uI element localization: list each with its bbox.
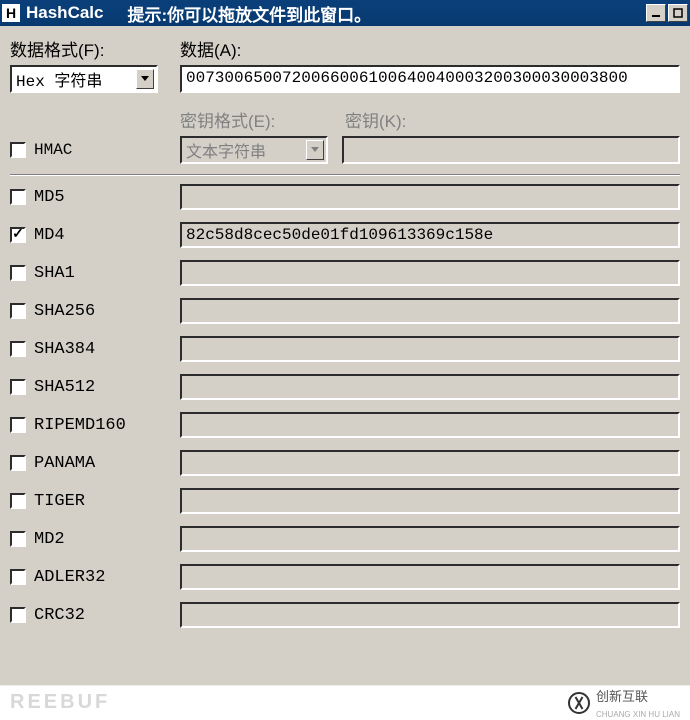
hash-row-sha1: SHA1 (10, 260, 680, 286)
logo-icon (568, 692, 590, 714)
hash-checkbox-sha384[interactable] (10, 341, 26, 357)
hash-label: TIGER (34, 492, 85, 511)
hash-label: SHA512 (34, 378, 95, 397)
hash-label: SHA256 (34, 302, 95, 321)
hash-checkbox-sha512[interactable] (10, 379, 26, 395)
client-area: 数据格式(F): 数据(A): Hex 字符串 0073006500720066… (0, 26, 690, 685)
hash-row-sha256: SHA256 (10, 298, 680, 324)
hash-checkbox-adler32[interactable] (10, 569, 26, 585)
hash-label: MD4 (34, 226, 65, 245)
hash-row-sha512: SHA512 (10, 374, 680, 400)
hash-checkbox-tiger[interactable] (10, 493, 26, 509)
hash-output-md2[interactable] (180, 526, 680, 552)
hash-checkbox-md5[interactable] (10, 189, 26, 205)
data-input[interactable]: 0073006500720066006100640040003200300030… (180, 65, 680, 93)
hmac-checkbox[interactable] (10, 142, 26, 158)
hash-output-tiger[interactable] (180, 488, 680, 514)
hash-output-ripemd160[interactable] (180, 412, 680, 438)
hash-row-crc32: CRC32 (10, 602, 680, 628)
hash-label: SHA384 (34, 340, 95, 359)
hash-row-md2: MD2 (10, 526, 680, 552)
hash-checkbox-sha1[interactable] (10, 265, 26, 281)
key-label: 密钥(K): (345, 107, 406, 132)
watermark-right-sub: CHUANG XIN HU LIAN (596, 710, 680, 719)
hash-checkbox-md4[interactable]: ✓ (10, 227, 26, 243)
maximize-button[interactable] (668, 4, 688, 22)
hash-output-crc32[interactable] (180, 602, 680, 628)
hash-label: CRC32 (34, 606, 85, 625)
hash-row-ripemd160: RIPEMD160 (10, 412, 680, 438)
hash-output-md4[interactable]: 82c58d8cec50de01fd109613369c158e (180, 222, 680, 248)
hash-checkbox-md2[interactable] (10, 531, 26, 547)
hash-label: MD2 (34, 530, 65, 549)
hash-output-sha384[interactable] (180, 336, 680, 362)
key-format-combo: 文本字符串 (180, 136, 328, 164)
titlebar: H HashCalc 提示:你可以拖放文件到此窗口。 (0, 0, 690, 26)
hash-output-adler32[interactable] (180, 564, 680, 590)
watermark-right-text: 创新互联 (596, 689, 648, 704)
data-format-value: Hex 字符串 (16, 67, 136, 91)
hash-label: PANAMA (34, 454, 95, 473)
data-label: 数据(A): (180, 36, 680, 61)
chevron-down-icon[interactable] (136, 69, 154, 89)
hash-row-sha384: SHA384 (10, 336, 680, 362)
hash-row-tiger: TIGER (10, 488, 680, 514)
watermark-right: 创新互联 CHUANG XIN HU LIAN (568, 686, 680, 720)
key-format-value: 文本字符串 (186, 138, 306, 162)
hash-output-sha256[interactable] (180, 298, 680, 324)
hash-checkbox-panama[interactable] (10, 455, 26, 471)
hash-output-sha512[interactable] (180, 374, 680, 400)
hash-checkbox-crc32[interactable] (10, 607, 26, 623)
minimize-button[interactable] (646, 4, 666, 22)
key-input (342, 136, 680, 164)
chevron-down-icon (306, 140, 324, 160)
hash-label: RIPEMD160 (34, 416, 126, 435)
app-title: HashCalc (26, 3, 103, 23)
hash-checkbox-ripemd160[interactable] (10, 417, 26, 433)
hash-label: MD5 (34, 188, 65, 207)
hash-output-md5[interactable] (180, 184, 680, 210)
hash-output-panama[interactable] (180, 450, 680, 476)
hash-label: SHA1 (34, 264, 75, 283)
watermark-left: REEBUF (10, 691, 110, 714)
data-format-label: 数据格式(F): (10, 36, 180, 61)
data-format-combo[interactable]: Hex 字符串 (10, 65, 158, 93)
hash-row-md4: ✓ MD4 82c58d8cec50de01fd109613369c158e (10, 222, 680, 248)
titlebar-hint: 提示:你可以拖放文件到此窗口。 (127, 1, 371, 26)
hash-row-adler32: ADLER32 (10, 564, 680, 590)
hash-list: MD5 ✓ MD4 82c58d8cec50de01fd109613369c158e S… (10, 184, 680, 628)
hash-checkbox-sha256[interactable] (10, 303, 26, 319)
hmac-label: HMAC (34, 141, 72, 159)
hash-label: ADLER32 (34, 568, 105, 587)
hash-row-md5: MD5 (10, 184, 680, 210)
footer: REEBUF 创新互联 CHUANG XIN HU LIAN (0, 685, 690, 719)
app-icon: H (2, 4, 20, 22)
hash-output-sha1[interactable] (180, 260, 680, 286)
key-format-label: 密钥格式(E): (180, 107, 345, 132)
hash-row-panama: PANAMA (10, 450, 680, 476)
separator (10, 174, 680, 176)
